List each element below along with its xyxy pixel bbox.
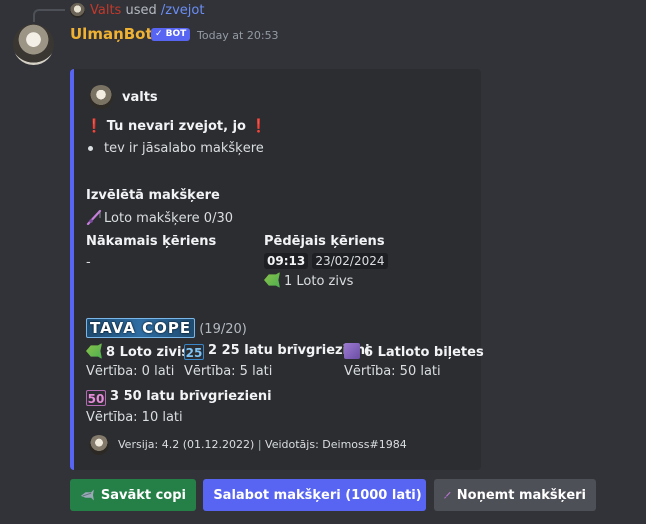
field-selected-rod-value: Loto makšķere 0/30 xyxy=(86,209,233,226)
reply-used-text: used xyxy=(125,3,157,18)
field-last-catch-item: 1 Loto zivs xyxy=(264,272,353,289)
footer-separator: | xyxy=(257,438,262,451)
last-catch-item-text: 1 Loto zivs xyxy=(284,274,354,289)
reply-command[interactable]: /zvejot xyxy=(161,3,205,18)
collect-catch-button[interactable]: Savākt copi xyxy=(70,479,196,511)
embed-author-name: valts xyxy=(122,90,158,105)
embed-title-text: Tu nevari zvejot, jo xyxy=(106,119,246,134)
exclamation-icon: ❗ xyxy=(86,119,103,134)
bullet-text: tev ir jāsalabo makšķere xyxy=(104,141,264,156)
reply-avatar[interactable] xyxy=(70,3,85,18)
bag-item: 6 Latloto biļetes xyxy=(344,343,484,360)
bag-item-label: 3 50 latu brīvgriezieni xyxy=(110,389,272,404)
bag-item-value: Vērtība: 0 lati xyxy=(86,364,175,379)
repair-rod-button[interactable]: Salabot makšķeri (1000 lati) xyxy=(203,479,426,511)
bag-item-value: Vērtība: 5 lati xyxy=(184,364,273,379)
fish-icon xyxy=(80,489,94,501)
exclamation-icon: ❗ xyxy=(250,119,267,134)
last-catch-time: 09:13 xyxy=(264,253,309,269)
bot-avatar[interactable] xyxy=(13,24,54,65)
field-last-catch-name: Pēdējais ķēriens xyxy=(264,234,385,249)
footer-icon xyxy=(89,435,109,455)
bag-item-label: 6 Latloto biļetes xyxy=(364,345,484,360)
embed-bullet: tev ir jāsalabo makšķere xyxy=(88,141,264,156)
tava-cope-banner: TAVA COPE xyxy=(86,318,196,338)
message-timestamp: Today at 20:53 xyxy=(197,29,279,42)
bag-header: TAVA COPE (19/20) xyxy=(86,318,247,338)
remove-rod-button[interactable]: Noņemt makšķeri xyxy=(434,479,596,511)
embed-title: ❗ Tu nevari zvejot, jo ❗ xyxy=(86,119,267,134)
fish-icon xyxy=(86,343,102,359)
bag-count: (19/20) xyxy=(199,322,247,337)
reply-spine xyxy=(33,9,65,22)
field-next-catch-value: - xyxy=(86,255,91,270)
bag-item: 25 2 25 latu brīvgriezieni xyxy=(184,343,370,360)
reply-line[interactable]: Valts used /zvejot xyxy=(90,3,204,18)
field-selected-rod-name: Izvēlētā makšķere xyxy=(86,188,220,203)
50-badge-icon: 50 xyxy=(86,390,106,406)
remove-button-label: Noņemt makšķeri xyxy=(456,487,586,503)
repair-button-label: Salabot makšķeri (1000 lati) xyxy=(213,487,422,503)
field-next-catch-name: Nākamais ķēriens xyxy=(86,234,217,249)
bag-item-value: Vērtība: 10 lati xyxy=(86,410,183,425)
embed-footer: Versija: 4.2 (01.12.2022) | Veidotājs: D… xyxy=(118,438,407,451)
ticket-icon xyxy=(344,343,360,359)
footer-author: Veidotājs: Deimoss#1984 xyxy=(265,438,407,451)
footer-version: Versija: 4.2 (01.12.2022) xyxy=(118,438,255,451)
fishing-rod-icon xyxy=(444,491,451,499)
bag-item-value: Vērtība: 50 lati xyxy=(344,364,441,379)
bullet-dot-icon xyxy=(88,146,93,151)
bag-item-label: 8 Loto zivis xyxy=(106,345,190,360)
fishing-rod-icon xyxy=(86,209,102,225)
bot-username[interactable]: UlmaņBots xyxy=(70,25,162,43)
bag-item: 8 Loto zivis xyxy=(86,343,189,360)
25-badge-icon: 25 xyxy=(184,344,204,360)
field-last-catch-datetime: 09:13 23/02/2024 xyxy=(264,253,388,269)
fish-icon xyxy=(264,272,280,288)
embed-author-avatar xyxy=(89,85,113,109)
bag-item: 50 3 50 latu brīvgriezieni xyxy=(86,389,272,406)
last-catch-date: 23/02/2024 xyxy=(312,253,388,269)
embed-card: valts ❗ Tu nevari zvejot, jo ❗ tev ir jā… xyxy=(70,69,484,470)
selected-rod-text: Loto makšķere 0/30 xyxy=(104,211,233,226)
collect-button-label: Savākt copi xyxy=(100,487,186,503)
bot-badge: ✓ BOT xyxy=(151,28,191,41)
reply-username[interactable]: Valts xyxy=(90,3,121,18)
